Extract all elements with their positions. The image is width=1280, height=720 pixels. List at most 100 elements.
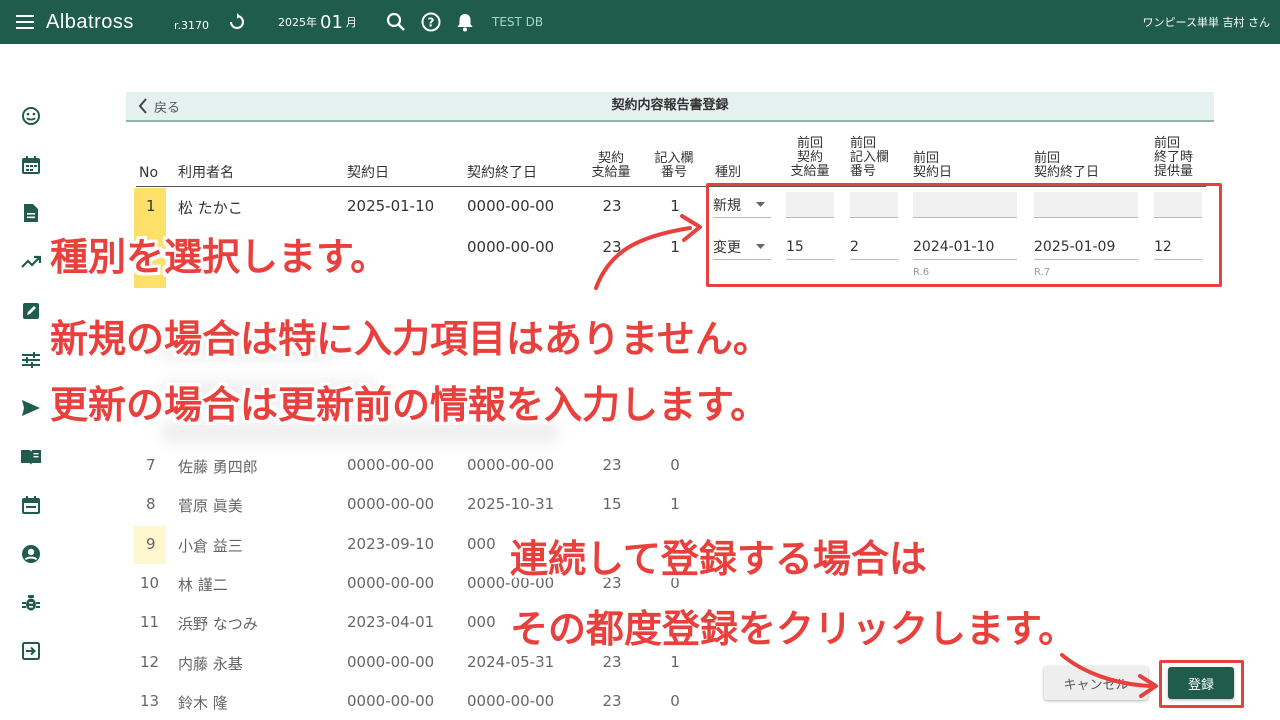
svg-text:?: ? xyxy=(428,16,435,30)
event-icon[interactable] xyxy=(20,494,42,516)
header-supply-line2: 支給量 xyxy=(591,165,631,180)
table-row-date: 0000-00-00 xyxy=(347,653,435,671)
app-version: r.3170 xyxy=(174,18,210,32)
document-icon[interactable] xyxy=(20,202,42,224)
header-entry-no: 記入欄 番号 xyxy=(647,152,701,180)
page-title: 契約内容報告書登録 xyxy=(611,98,729,113)
bug-icon[interactable] xyxy=(20,592,42,614)
send-icon[interactable] xyxy=(20,397,42,419)
table-row-end: 000 xyxy=(467,535,496,553)
header-prev-end: 前回 契約終了日 xyxy=(1034,152,1099,180)
header-user: 利用者名 xyxy=(178,165,234,181)
bell-icon[interactable] xyxy=(456,0,474,44)
header-prev-supply-line3: 支給量 xyxy=(790,164,830,179)
header-prev-date-line2: 契約日 xyxy=(913,165,953,180)
header-entry-line1: 記入欄 xyxy=(654,151,694,166)
table-row-supply: 15 xyxy=(602,495,622,513)
table-row-date: 2023-04-01 xyxy=(347,613,435,631)
table-row-date: 2023-09-10 xyxy=(347,535,435,553)
table-row-entry: 1 xyxy=(670,653,680,671)
table-row-end: 000 xyxy=(467,613,496,631)
header-supply: 契約 支給量 xyxy=(586,152,636,180)
edit-icon[interactable] xyxy=(20,300,42,322)
month-selector[interactable]: 2025年 01 月 xyxy=(278,0,357,44)
smile-icon[interactable] xyxy=(20,105,42,127)
table-row-supply: 23 xyxy=(602,653,622,671)
row1-supply: 23 xyxy=(602,197,622,215)
cancel-button[interactable]: キャンセル xyxy=(1044,666,1148,700)
header-prev-prov-line1: 前回 xyxy=(1154,136,1181,151)
annotation-line-1: 種別を選択します。 xyxy=(50,235,389,279)
table-row-entry: 0 xyxy=(670,456,680,474)
header-supply-line1: 契約 xyxy=(597,151,624,166)
table-row-no: 8 xyxy=(146,495,156,513)
header-prev-date: 前回 契約日 xyxy=(913,152,952,180)
table-row-name[interactable]: 菅原 眞美 xyxy=(178,495,243,516)
table-row-name[interactable]: 小倉 益三 xyxy=(178,535,243,556)
table-row-date: 0000-00-00 xyxy=(347,495,435,513)
header-prev-end-line2: 契約終了日 xyxy=(1034,165,1100,180)
arrow-to-form-head xyxy=(680,214,702,242)
annotation-line-3: 更新の場合は更新前の情報を入力します。 xyxy=(50,383,769,427)
month-suffix: 月 xyxy=(345,16,357,29)
table-row-date: 0000-00-00 xyxy=(347,456,435,474)
table-row-entry: 1 xyxy=(670,495,680,513)
search-icon[interactable] xyxy=(386,0,406,44)
table-row-supply: 23 xyxy=(602,456,622,474)
help-icon[interactable]: ? xyxy=(421,0,441,44)
header-no: No xyxy=(139,165,159,181)
table-row-end: 2024-05-31 xyxy=(467,653,555,671)
header-contract-date: 契約日 xyxy=(347,165,389,181)
row1-date: 2025-01-10 xyxy=(347,197,435,215)
calendar-icon[interactable] xyxy=(20,154,42,176)
header-kind: 種別 xyxy=(715,165,742,180)
row2-entry: 1 xyxy=(670,238,680,256)
table-row-end: 0000-00-00 xyxy=(467,692,555,710)
row1-no: 1 xyxy=(146,197,156,215)
logout-icon[interactable] xyxy=(20,640,42,662)
row2-end: 0000-00-00 xyxy=(467,238,555,256)
account-icon[interactable] xyxy=(20,543,42,565)
header-prev-provision: 前回 終了時 提供量 xyxy=(1154,137,1193,179)
year-label: 2025年 xyxy=(278,16,317,29)
table-row-no: 11 xyxy=(140,613,160,631)
annotation-line-5: その都度登録をクリックします。 xyxy=(510,607,1077,651)
top-bar: Albatross r.3170 2025年 01 月 ? TEST DB ワン… xyxy=(0,0,1280,44)
table-row-name[interactable]: 浜野 なつみ xyxy=(178,613,258,634)
user-name[interactable]: ワンピース単単 吉村 さん xyxy=(1143,0,1270,44)
menu-icon[interactable] xyxy=(16,0,38,44)
book-icon[interactable] xyxy=(20,446,42,468)
table-row-no: 7 xyxy=(146,456,156,474)
table-row-date: 0000-00-00 xyxy=(347,574,435,592)
table-row-supply: 23 xyxy=(602,692,622,710)
table-row-name[interactable]: 佐藤 勇四郎 xyxy=(178,456,258,477)
row1-entry: 1 xyxy=(670,197,680,215)
table-row-no: 10 xyxy=(140,574,160,592)
table-row-date: 0000-00-00 xyxy=(347,692,435,710)
row1-name[interactable]: 松 たかこ xyxy=(178,197,243,218)
row1-end: 0000-00-00 xyxy=(467,197,555,215)
header-prev-prov-line3: 提供量 xyxy=(1154,164,1194,179)
arrow-to-form xyxy=(594,226,692,290)
month-value: 01 xyxy=(320,11,343,33)
header-prev-entry-line1: 前回 xyxy=(850,136,877,151)
header-prev-end-line1: 前回 xyxy=(1034,151,1061,166)
table-row-end: 0000-00-00 xyxy=(467,456,555,474)
header-prev-supply: 前回 契約 支給量 xyxy=(782,137,838,179)
table-row-name[interactable]: 内藤 永基 xyxy=(178,653,243,674)
header-prev-prov-line2: 終了時 xyxy=(1154,150,1194,165)
app-name[interactable]: Albatross xyxy=(46,0,134,44)
table-row-name[interactable]: 鈴木 隆 xyxy=(178,692,228,713)
table-row-no: 13 xyxy=(140,692,160,710)
table-row-entry: 0 xyxy=(670,692,680,710)
row2-supply: 23 xyxy=(602,238,622,256)
header-entry-line2: 番号 xyxy=(660,165,687,180)
trending-icon[interactable] xyxy=(20,251,42,273)
reload-icon[interactable] xyxy=(228,0,246,44)
db-name: TEST DB xyxy=(492,15,544,29)
header-prev-entry-line2: 記入欄 xyxy=(850,150,890,165)
table-row-name[interactable]: 林 謹二 xyxy=(178,574,228,595)
panel-header: 戻る 契約内容報告書登録 xyxy=(126,92,1214,122)
save-highlight-box xyxy=(1159,660,1244,708)
sliders-icon[interactable] xyxy=(20,349,42,371)
